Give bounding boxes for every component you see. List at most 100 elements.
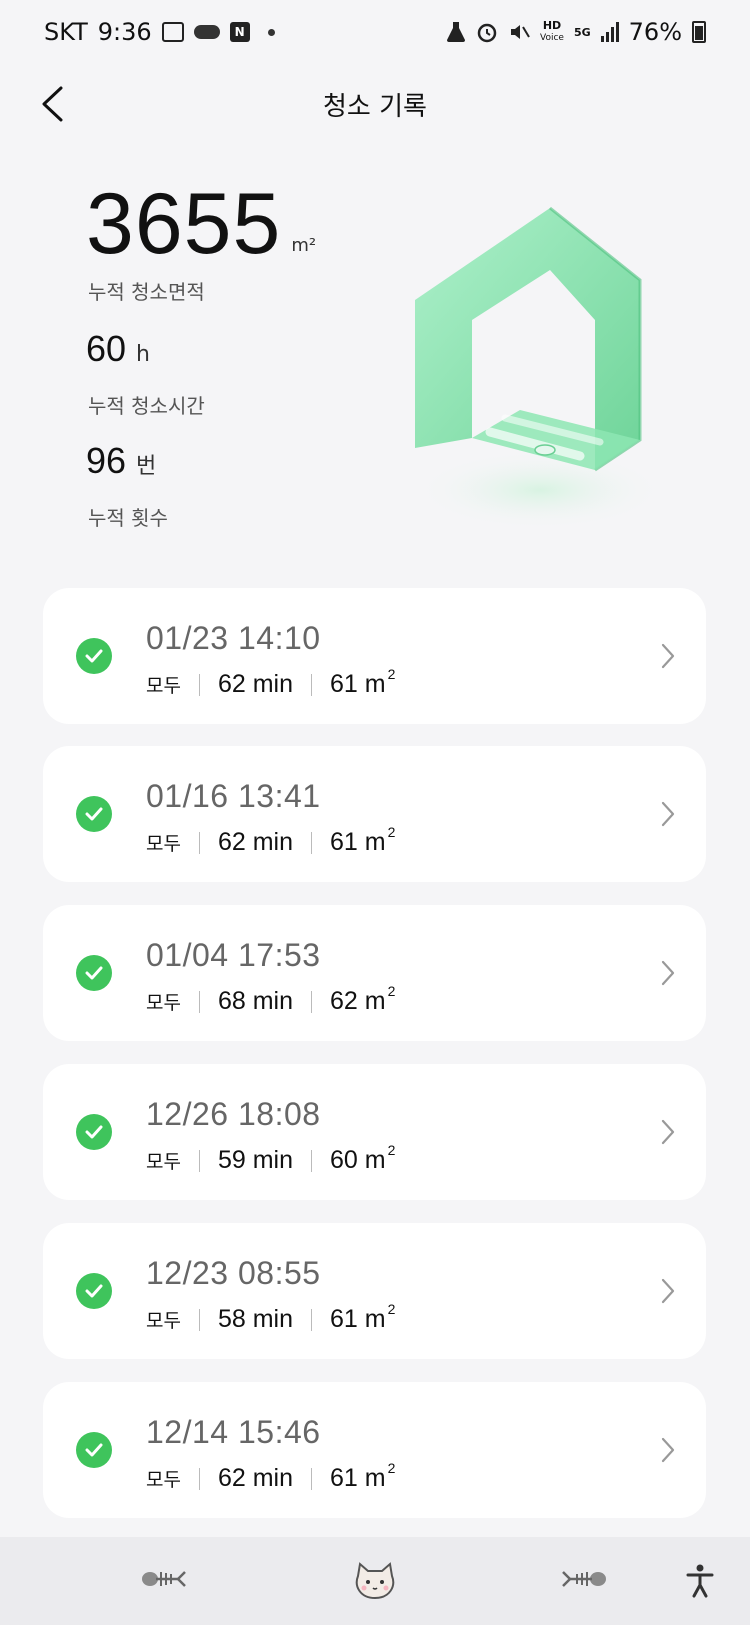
record-mode: 모두: [146, 1310, 181, 1332]
divider: [311, 673, 313, 696]
record-area: 61 m2: [330, 1460, 395, 1493]
chevron-right-icon: [661, 643, 675, 669]
total-count-value: 96: [86, 440, 127, 481]
record-meta: 모두 68 min 62 m2: [146, 983, 395, 1016]
divider: [198, 990, 200, 1013]
battery-percent: 76%: [628, 18, 682, 46]
divider: [311, 1467, 313, 1490]
record-duration: 68 min: [217, 987, 294, 1015]
total-count-label: 누적 횟수: [88, 506, 168, 530]
record-area-sup: 2: [387, 1142, 396, 1158]
clock: 9:36: [97, 18, 152, 46]
record-area-value: 62 m: [330, 987, 386, 1015]
record-area-value: 61 m: [330, 828, 386, 856]
record-area-sup: 2: [387, 824, 396, 840]
record-date: 01/16 13:41: [146, 778, 321, 814]
record-area-sup: 2: [387, 1460, 396, 1476]
accessibility-icon: [686, 1564, 714, 1598]
check-circle-icon: [76, 1114, 112, 1150]
house-illustration: [415, 206, 665, 530]
cloud-icon: [193, 25, 220, 39]
bottom-nav: [0, 1537, 750, 1625]
record-card[interactable]: 12/26 18:08 모두 59 min 60 m2: [43, 1064, 706, 1200]
record-duration: 62 min: [217, 1464, 294, 1492]
chevron-right-icon: [661, 801, 675, 827]
total-time-unit: h: [136, 342, 150, 367]
fishbone-icon: [562, 1571, 606, 1587]
divider: [198, 831, 200, 854]
divider: [311, 831, 313, 854]
divider: [198, 673, 200, 696]
check-circle-icon: [76, 1273, 112, 1309]
hd-voice-icon: HD Voice: [540, 20, 564, 44]
alarm-icon: [477, 23, 497, 43]
check-circle-icon: [76, 955, 112, 991]
record-card[interactable]: 01/16 13:41 모두 62 min 61 m2: [43, 746, 706, 882]
record-area-value: 61 m: [330, 1305, 386, 1333]
check-circle-icon: [76, 796, 112, 832]
divider: [311, 1308, 313, 1331]
record-mode: 모두: [146, 1151, 181, 1173]
chevron-right-icon: [661, 1437, 675, 1463]
record-duration: 62 min: [217, 828, 294, 856]
record-area-value: 61 m: [330, 670, 386, 698]
header: 청소 기록: [0, 64, 750, 144]
status-right: HD Voice 5G 76%: [446, 18, 706, 46]
record-date: 01/23 14:10: [146, 620, 321, 656]
cat-face-icon: [355, 1562, 395, 1600]
more-notifications-icon: [267, 28, 275, 36]
nav-center-button[interactable]: [351, 1557, 399, 1605]
record-area: 61 m2: [330, 824, 395, 857]
check-circle-icon: [76, 1432, 112, 1468]
record-date: 01/04 17:53: [146, 937, 321, 973]
signal-icon: [600, 22, 619, 42]
nav-left-button[interactable]: [140, 1557, 188, 1605]
record-card[interactable]: 12/14 15:46 모두 62 min 61 m2: [43, 1382, 706, 1518]
record-date: 12/26 18:08: [146, 1096, 321, 1132]
record-card[interactable]: 12/23 08:55 모두 58 min 61 m2: [43, 1223, 706, 1359]
nav-right-button[interactable]: [560, 1557, 608, 1605]
record-area: 62 m2: [330, 983, 395, 1016]
record-area-sup: 2: [387, 666, 396, 682]
record-duration: 58 min: [217, 1305, 294, 1333]
status-left: SKT 9:36 N: [44, 18, 275, 46]
flask-icon: [447, 22, 466, 42]
total-time-value: 60: [86, 328, 127, 369]
total-area-value: 3655: [86, 176, 282, 272]
naver-icon: N: [229, 22, 250, 42]
divider: [198, 1467, 200, 1490]
record-card[interactable]: 01/23 14:10 모두 62 min 61 m2: [43, 588, 706, 724]
total-time-label: 누적 청소시간: [88, 394, 205, 418]
accessibility-button[interactable]: [676, 1557, 724, 1605]
hd-label: HD: [542, 19, 562, 32]
divider: [311, 1149, 313, 1172]
total-time-stat: 60 h: [86, 328, 150, 370]
record-card[interactable]: 01/04 17:53 모두 68 min 62 m2: [43, 905, 706, 1041]
status-bar: SKT 9:36 N HD Voice 5G 76%: [0, 0, 750, 64]
total-area-label: 누적 청소면적: [88, 280, 205, 304]
record-mode: 모두: [146, 833, 181, 855]
divider: [198, 1149, 200, 1172]
record-mode: 모두: [146, 1469, 181, 1491]
record-area: 61 m2: [330, 666, 395, 699]
record-meta: 모두 62 min 61 m2: [146, 1460, 395, 1493]
total-area-unit: m²: [291, 235, 317, 256]
record-area-value: 60 m: [330, 1146, 386, 1174]
chevron-right-icon: [661, 1278, 675, 1304]
carrier-label: SKT: [44, 18, 88, 46]
record-area-sup: 2: [387, 1301, 396, 1317]
record-mode: 모두: [146, 675, 181, 697]
record-meta: 모두 62 min 61 m2: [146, 666, 395, 699]
record-date: 12/23 08:55: [146, 1255, 321, 1291]
voice-label: Voice: [540, 33, 564, 43]
gallery-icon: [161, 22, 184, 42]
check-circle-icon: [76, 638, 112, 674]
network-type-icon: 5G: [573, 25, 591, 39]
page-title: 청소 기록: [323, 92, 427, 122]
total-count-stat: 96 번: [86, 440, 156, 482]
record-mode: 모두: [146, 992, 181, 1014]
divider: [198, 1308, 200, 1331]
record-area-value: 61 m: [330, 1464, 386, 1492]
record-meta: 모두 59 min 60 m2: [146, 1142, 395, 1175]
total-area-stat: 3655 m²: [86, 178, 316, 270]
